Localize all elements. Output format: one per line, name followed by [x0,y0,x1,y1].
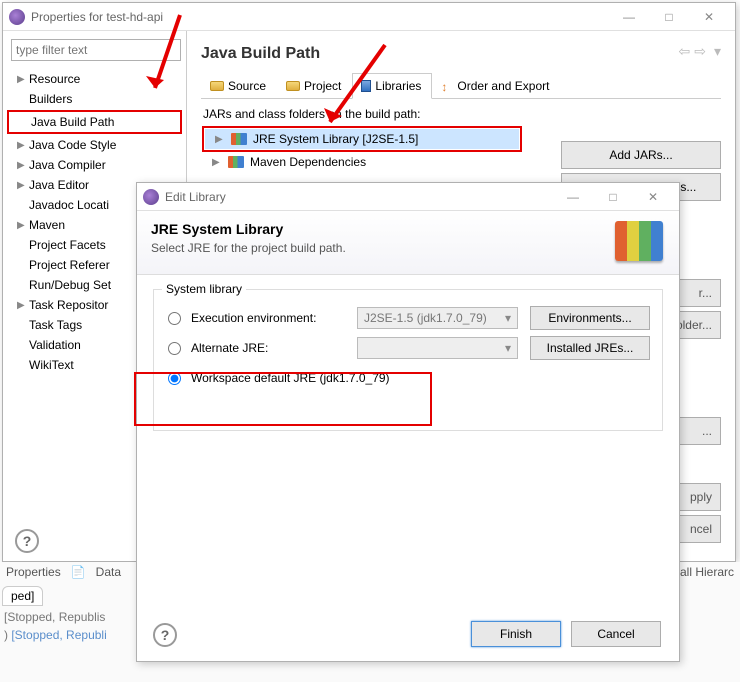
dialog-heading: JRE System Library [151,221,665,237]
tree-item[interactable]: Java Build Path [9,112,180,132]
tree-item-label: Java Code Style [29,138,116,152]
book-icon [361,80,371,92]
tree-item-label: Java Compiler [29,158,106,172]
group-legend: System library [162,282,246,296]
tree-item-label: Project Referer [29,258,110,272]
tab-libraries[interactable]: Libraries [352,73,432,99]
cancel-button[interactable]: Cancel [571,621,661,647]
alternate-jre-radio[interactable] [168,342,181,355]
dropdown-icon[interactable]: ▾ [714,43,721,60]
tab-project[interactable]: Project [277,73,352,98]
tree-item-label: Validation [29,338,81,352]
environments-button[interactable]: Environments... [530,306,650,330]
build-path-label: JARs and class folders on the build path… [203,107,721,121]
tree-item-label: Task Tags [29,318,82,332]
dialog-subtitle: Select JRE for the project build path. [151,241,665,255]
data-view-tab[interactable]: Data [96,565,121,579]
close-button[interactable]: ✕ [633,186,673,208]
expand-icon[interactable]: ▶ [17,300,29,311]
tree-item-label: Javadoc Locati [29,198,109,212]
execution-env-select[interactable]: J2SE-1.5 (jdk1.7.0_79) [357,307,518,329]
expand-icon[interactable]: ▶ [17,140,29,151]
tree-item-label: Task Repositor [29,298,108,312]
filter-input[interactable] [11,39,181,61]
alternate-jre-select[interactable] [357,337,518,359]
tab-label: Source [228,79,266,93]
alternate-jre-label: Alternate JRE: [191,341,351,355]
dialog-titlebar: Edit Library — □ ✕ [137,183,679,211]
order-icon [441,80,453,92]
dialog-title: Edit Library [165,190,553,204]
highlight-box-jre: ▶ JRE System Library [J2SE-1.5] [202,126,522,152]
dialog-body: System library Execution environment: J2… [137,275,679,635]
eclipse-icon [9,9,25,25]
tabs: Source Project Libraries Order and Export [201,73,721,99]
dialog-buttons: Finish Cancel [471,621,661,647]
finish-button[interactable]: Finish [471,621,561,647]
maximize-button[interactable]: □ [649,6,689,28]
folder-icon [210,81,224,91]
nav-arrows: ⇦ ⇨ ▾ [679,43,722,60]
forward-icon[interactable]: ⇨ [694,43,706,60]
tree-item[interactable]: Builders [7,89,182,109]
tab-label: Libraries [375,79,421,93]
expand-icon[interactable]: ▶ [17,160,29,171]
window-title: Properties for test-hd-api [31,10,609,24]
tree-item-label: Java Editor [29,178,89,192]
tab-source[interactable]: Source [201,73,277,98]
minimize-button[interactable]: — [609,6,649,28]
tab-label: Project [304,79,341,93]
call-hierarchy-tab[interactable]: all Hierarc [680,565,734,579]
library-header-icon [615,221,663,261]
expand-icon[interactable]: ▶ [17,180,29,191]
expand-icon[interactable]: ▶ [212,157,222,168]
execution-env-row: Execution environment: J2SE-1.5 (jdk1.7.… [166,304,650,332]
tree-item-label: Java Build Path [31,115,114,129]
page-title: Java Build Path [201,45,721,63]
tab-label: Order and Export [457,79,549,93]
back-icon[interactable]: ⇦ [679,43,691,60]
workspace-default-label: Workspace default JRE (jdk1.7.0_79) [191,371,390,385]
expand-icon[interactable]: ▶ [17,220,29,231]
row-label: Maven Dependencies [250,155,366,169]
tree-item-label: WikiText [29,358,74,372]
workspace-default-radio[interactable] [168,372,181,385]
execution-env-label: Execution environment: [191,311,351,325]
tree-item-label: Maven [29,218,65,232]
maximize-button[interactable]: □ [593,186,633,208]
eclipse-icon [143,189,159,205]
folder-icon [286,81,300,91]
tree-item[interactable]: ▶Resource [7,69,182,89]
tree-item-label: Resource [29,72,80,86]
tree-item-label: Run/Debug Set [29,278,111,292]
row-label: JRE System Library [J2SE-1.5] [253,132,418,146]
server-status-2: [Stopped, Republi [11,628,106,642]
workspace-default-row: Workspace default JRE (jdk1.7.0_79) [166,364,650,392]
properties-view-tab[interactable]: Properties [6,565,61,579]
library-icon [231,133,247,145]
tree-item-label: Builders [29,92,72,106]
dialog-header: JRE System Library Select JRE for the pr… [137,211,679,275]
execution-env-radio[interactable] [168,312,181,325]
edit-library-dialog: Edit Library — □ ✕ JRE System Library Se… [136,182,680,662]
server-status-1: [Stopped, Republis [4,610,105,624]
library-icon [228,156,244,168]
jre-system-library-row[interactable]: ▶ JRE System Library [J2SE-1.5] [205,129,519,149]
add-jars-button[interactable]: Add JARs... [561,141,721,169]
minimize-button[interactable]: — [553,186,593,208]
titlebar: Properties for test-hd-api — □ ✕ [3,3,735,31]
alternate-jre-row: Alternate JRE: Installed JREs... [166,334,650,362]
help-icon[interactable]: ? [15,529,39,553]
tree-item-label: Project Facets [29,238,106,252]
stopped-tab[interactable]: ped] [2,586,43,606]
close-button[interactable]: ✕ [689,6,729,28]
tab-order-and-export[interactable]: Order and Export [432,73,560,98]
help-icon[interactable]: ? [153,623,177,647]
installed-jres-button[interactable]: Installed JREs... [530,336,650,360]
system-library-group: System library Execution environment: J2… [153,289,663,431]
expand-icon[interactable]: ▶ [17,74,29,85]
expand-icon[interactable]: ▶ [215,134,225,145]
tree-item[interactable]: ▶Java Code Style [7,135,182,155]
tree-item[interactable]: ▶Java Compiler [7,155,182,175]
